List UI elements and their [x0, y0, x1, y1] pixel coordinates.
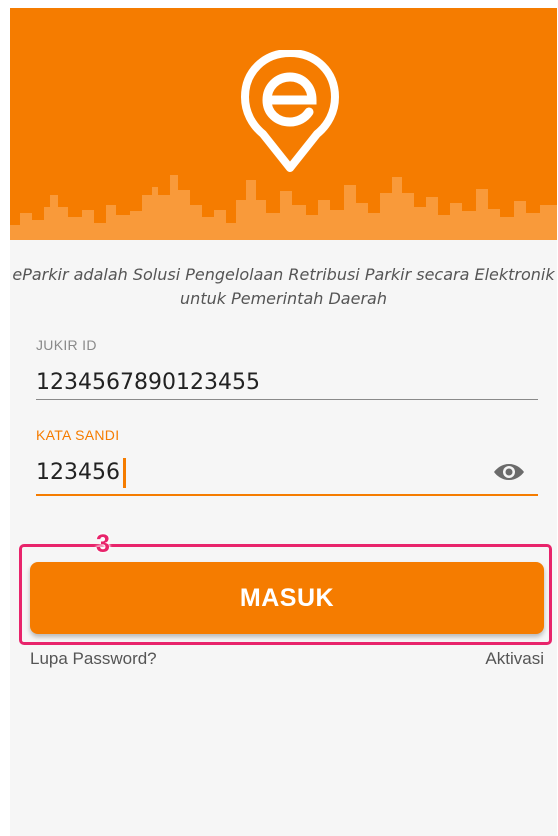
eye-icon[interactable]	[493, 460, 525, 484]
kata-sandi-underline	[36, 494, 538, 496]
kata-sandi-label: KATA SANDI	[36, 427, 120, 443]
step-number-badge: 3	[96, 530, 110, 558]
app-tagline: eParkir adalah Solusi Pengelolaan Retrib…	[12, 265, 555, 308]
text-cursor	[123, 458, 126, 488]
forgot-password-link[interactable]: Lupa Password?	[30, 649, 157, 669]
kata-sandi-input[interactable]: 123456	[36, 460, 476, 485]
activation-link[interactable]: Aktivasi	[485, 649, 544, 669]
city-skyline-illustration	[10, 175, 557, 240]
jukir-id-label: JUKIR ID	[36, 337, 97, 353]
jukir-id-input[interactable]: 1234567890123455	[36, 370, 476, 395]
masuk-button[interactable]: MASUK	[30, 562, 544, 634]
jukir-id-underline	[36, 399, 538, 400]
login-screen: eParkir adalah Solusi Pengelolaan Retrib…	[10, 8, 557, 836]
header-banner	[10, 8, 557, 240]
eparkir-logo-icon	[241, 50, 339, 172]
